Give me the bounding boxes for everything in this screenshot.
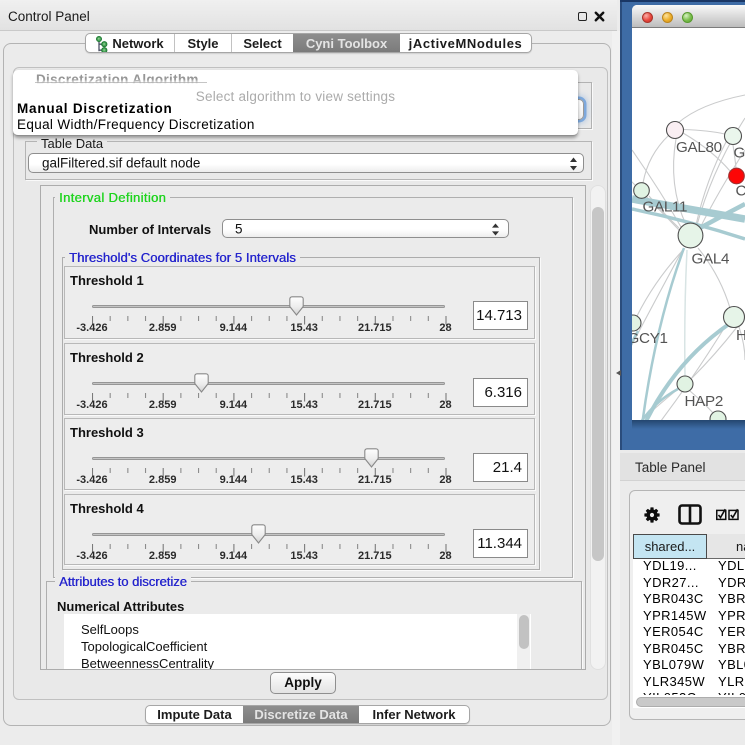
svg-text:GAL80: GAL80 [676, 139, 722, 156]
svg-text:HAP2: HAP2 [685, 393, 723, 410]
svg-text:GAL11: GAL11 [643, 199, 688, 216]
svg-text:GA: GA [734, 145, 745, 162]
svg-text:GAL4: GAL4 [692, 250, 730, 267]
svg-text:C: C [736, 183, 745, 200]
svg-text:GCY1: GCY1 [632, 330, 668, 347]
svg-text:HA: HA [736, 327, 745, 344]
